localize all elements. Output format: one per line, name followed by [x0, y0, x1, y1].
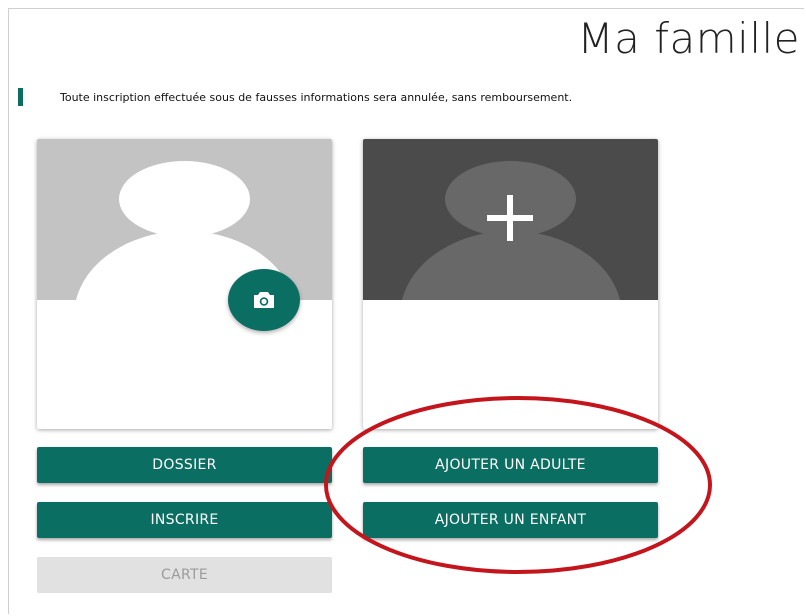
- notice-text: Toute inscription effectuée sous de faus…: [60, 91, 573, 104]
- inscrire-button[interactable]: INSCRIRE: [37, 502, 332, 538]
- person-head-shape: [119, 161, 250, 237]
- carte-button: CARTE: [37, 557, 332, 593]
- dossier-button[interactable]: DOSSIER: [37, 447, 332, 483]
- add-child-button[interactable]: AJOUTER UN ENFANT: [363, 502, 658, 538]
- camera-icon: [254, 292, 274, 308]
- add-member-photo: [363, 139, 658, 300]
- change-photo-button[interactable]: [228, 269, 300, 331]
- add-member-card[interactable]: [363, 139, 658, 429]
- plus-icon: [487, 195, 535, 243]
- add-adult-button[interactable]: AJOUTER UN ADULTE: [363, 447, 658, 483]
- page-title: Ma famille: [577, 14, 800, 63]
- notice-accent-bar: [18, 88, 23, 106]
